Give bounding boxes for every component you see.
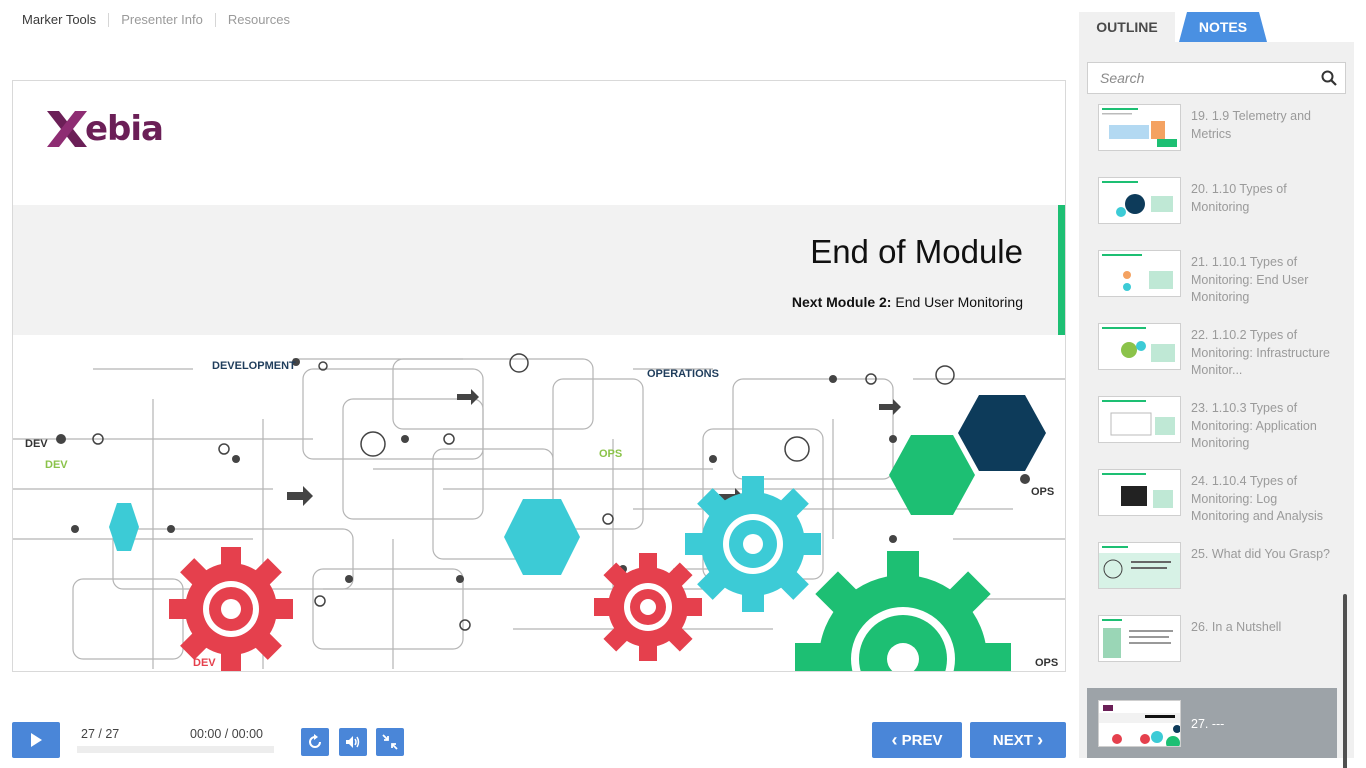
time-display: 00:00 / 00:00 <box>190 727 263 741</box>
app: Marker Tools Presenter Info Resources eb… <box>0 0 1366 768</box>
next-module-label: Next Module 2: <box>791 294 892 310</box>
slide-counter: 27 / 27 <box>81 727 120 741</box>
list-item-label: 26. In a Nutshell <box>1191 620 1282 634</box>
next-module-line: Next Module 2: End User Monitoring <box>792 294 1023 310</box>
slide-canvas: ebia End of Module Next Module 2: End Us… <box>12 80 1066 672</box>
xebia-logo: ebia <box>45 109 164 149</box>
list-item-label: 24. 1.10.4 Types of Monitoring: Log Moni… <box>1191 474 1324 523</box>
volume-icon <box>346 736 360 748</box>
nav-presenter-info[interactable]: Presenter Info <box>121 12 203 27</box>
slide-title: End of Module <box>810 233 1023 270</box>
gear-green <box>795 551 1011 671</box>
list-item[interactable]: 24. 1.10.4 Types of Monitoring: Log Moni… <box>1087 469 1337 539</box>
nav-marker-tools[interactable]: Marker Tools <box>22 12 96 27</box>
gear-teal <box>685 476 821 612</box>
replay-icon <box>309 734 321 748</box>
list-item-active[interactable]: 27. --- <box>1087 688 1337 758</box>
slide-thumbnail <box>1098 323 1181 370</box>
hexagon-green <box>889 435 975 515</box>
volume-button[interactable] <box>339 728 367 756</box>
slide-thumbnail <box>1098 700 1181 747</box>
nav-resources[interactable]: Resources <box>228 12 290 27</box>
progress-bar[interactable] <box>77 746 274 753</box>
nav-divider <box>108 12 110 27</box>
label-dev: DEV <box>25 438 48 450</box>
tab-notes[interactable]: NOTES <box>1179 12 1267 42</box>
list-item[interactable]: 26. In a Nutshell <box>1087 615 1337 685</box>
prev-label: PREV <box>901 731 943 749</box>
slide-list: 19. 1.9 Telemetry and Metrics 20. 1.10 T… <box>1087 104 1347 768</box>
list-item-label: 21. 1.10.1 Types of Monitoring: End User… <box>1191 255 1309 304</box>
collapse-icon <box>382 734 398 750</box>
slide-thumbnail <box>1098 250 1181 297</box>
next-module-value: End User Monitoring <box>895 294 1023 310</box>
search-icon[interactable] <box>1321 70 1337 86</box>
label-development: DEVELOPMENT <box>212 360 296 372</box>
list-item-label: 19. 1.9 Telemetry and Metrics <box>1191 109 1311 141</box>
tab-outline[interactable]: OUTLINE <box>1079 12 1175 42</box>
prev-button[interactable]: ‹ PREV <box>872 722 962 758</box>
list-item[interactable]: 20. 1.10 Types of Monitoring <box>1087 177 1337 247</box>
label-dev-bottom: DEV <box>193 657 216 669</box>
hexagon-teal-medium <box>504 499 580 575</box>
logo-x-mark <box>47 111 87 147</box>
chevron-right-icon: › <box>1037 730 1044 750</box>
scrollbar-thumb[interactable] <box>1343 594 1347 768</box>
collapse-button[interactable] <box>376 728 404 756</box>
gear-red-center <box>594 553 702 661</box>
devops-gears-illustration: DEVELOPMENT OPERATIONS DEV DEV OPS OPS O… <box>13 353 1065 671</box>
label-dev-green: DEV <box>45 459 68 471</box>
list-item-label: 25. What did You Grasp? <box>1191 547 1330 561</box>
sidebar-tabs: OUTLINE NOTES <box>1079 10 1354 42</box>
next-button[interactable]: NEXT › <box>970 722 1066 758</box>
slide-thumbnail <box>1098 542 1181 589</box>
slide-thumbnail <box>1098 104 1181 151</box>
slide-thumbnail <box>1098 615 1181 662</box>
search-input[interactable] <box>1088 63 1308 93</box>
play-button[interactable] <box>12 722 60 758</box>
list-item-label: 22. 1.10.2 Types of Monitoring: Infrastr… <box>1191 328 1330 377</box>
list-item-label: 27. --- <box>1191 717 1225 731</box>
slide-thumbnail <box>1098 396 1181 443</box>
list-item-label: 20. 1.10 Types of Monitoring <box>1191 182 1287 214</box>
list-item-label: 23. 1.10.3 Types of Monitoring: Applicat… <box>1191 401 1317 450</box>
list-item[interactable]: 21. 1.10.1 Types of Monitoring: End User… <box>1087 250 1337 320</box>
chevron-left-icon: ‹ <box>891 730 898 750</box>
list-item[interactable]: 19. 1.9 Telemetry and Metrics <box>1087 104 1337 174</box>
label-operations: OPERATIONS <box>647 368 719 380</box>
list-item[interactable]: 22. 1.10.2 Types of Monitoring: Infrastr… <box>1087 323 1337 393</box>
title-band: End of Module Next Module 2: End User Mo… <box>13 205 1065 335</box>
slide-thumbnail <box>1098 469 1181 516</box>
label-ops-green: OPS <box>599 448 622 460</box>
slide-thumbnail <box>1098 177 1181 224</box>
logo-wordmark: ebia <box>85 109 164 149</box>
list-item[interactable]: 25. What did You Grasp? <box>1087 542 1337 612</box>
nav-divider <box>214 12 216 27</box>
search-box <box>1087 62 1346 94</box>
label-ops: OPS <box>1031 486 1054 498</box>
list-item[interactable]: 23. 1.10.3 Types of Monitoring: Applicat… <box>1087 396 1337 466</box>
gear-red-left <box>169 547 293 671</box>
next-label: NEXT <box>992 731 1033 749</box>
play-icon <box>31 733 42 747</box>
hexagon-navy <box>958 395 1046 471</box>
outline-panel: 19. 1.9 Telemetry and Metrics 20. 1.10 T… <box>1079 42 1354 768</box>
sidebar: OUTLINE NOTES 19. 1.9 Telemetry and Metr… <box>1079 10 1354 768</box>
top-nav: Marker Tools Presenter Info Resources <box>22 12 290 27</box>
accent-bar <box>1058 205 1065 335</box>
label-ops-bottom: OPS <box>1035 657 1058 669</box>
replay-button[interactable] <box>301 728 329 756</box>
